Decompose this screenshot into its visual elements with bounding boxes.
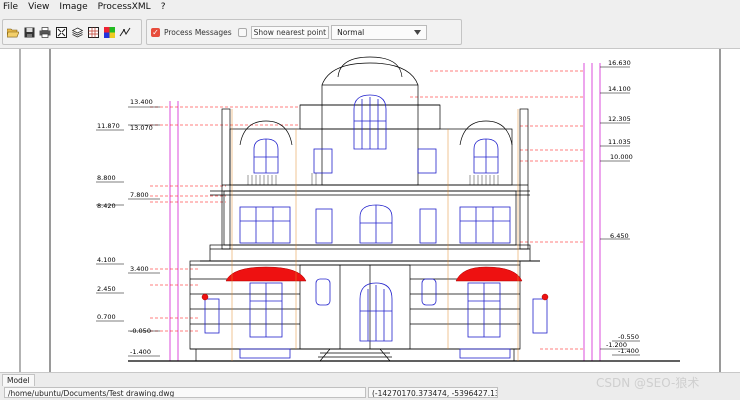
level-label: 3.400	[130, 265, 149, 273]
menu-processxml[interactable]: ProcessXML	[93, 0, 156, 15]
show-nearest-checkbox[interactable]	[237, 27, 247, 37]
watermark: CSDN @SEO-狼术	[596, 376, 700, 390]
level-label: 13.070	[130, 124, 153, 132]
level-label: -1.400	[130, 348, 151, 356]
level-label: 2.450	[97, 285, 116, 293]
menu-bar: File View Image ProcessXML ?	[0, 0, 740, 15]
file-path-field: /home/ubuntu/Documents/Test drawing.dwg	[4, 387, 366, 398]
menu-image[interactable]: Image	[54, 0, 92, 15]
level-label: -0.050	[130, 327, 151, 335]
level-label: -1.400	[618, 347, 639, 355]
print-icon[interactable]	[39, 26, 51, 38]
chevron-down-icon	[414, 28, 422, 37]
level-label: 13.400	[130, 98, 153, 106]
menu-help[interactable]: ?	[156, 0, 171, 15]
save-icon[interactable]	[23, 26, 35, 38]
level-label: 8.800	[97, 174, 116, 182]
level-label: 16.630	[608, 59, 631, 67]
file-toolbar	[2, 19, 142, 45]
elevation-drawing: 13.400 13.070 11.870 8.800 7.800 8.420 4…	[19, 49, 721, 372]
process-messages-checkbox[interactable]: ✓	[151, 27, 160, 37]
level-label: 10.000	[610, 153, 633, 161]
color-icon[interactable]	[103, 26, 115, 38]
render-mode-select[interactable]: Normal	[331, 24, 428, 40]
render-mode-value: Normal	[337, 27, 365, 37]
options-toolbar: ✓ Process Messages Show nearest point No…	[146, 19, 462, 45]
menu-file[interactable]: File	[0, 0, 23, 15]
level-label: 0.700	[97, 313, 116, 321]
level-label: -0.550	[618, 333, 639, 341]
show-nearest-label: Show nearest point	[250, 25, 330, 39]
level-label: 8.420	[97, 202, 116, 210]
level-label: 14.100	[608, 85, 631, 93]
level-label: 11.035	[608, 138, 631, 146]
drawing-canvas[interactable]: 13.400 13.070 11.870 8.800 7.800 8.420 4…	[0, 49, 740, 372]
toolbar-area: ✓ Process Messages Show nearest point No…	[0, 15, 740, 49]
level-label: 7.800	[130, 191, 149, 199]
snap-icon[interactable]	[119, 26, 131, 38]
level-label: 4.100	[97, 256, 116, 264]
grid-icon[interactable]	[87, 26, 99, 38]
menu-view[interactable]: View	[23, 0, 54, 15]
level-label: 6.450	[610, 232, 629, 240]
process-messages-label: Process Messages	[164, 27, 232, 37]
level-label: 11.870	[97, 122, 120, 130]
zoom-fit-icon[interactable]	[55, 26, 67, 38]
layers-icon[interactable]	[71, 26, 83, 38]
open-folder-icon[interactable]	[7, 26, 19, 38]
level-label: 12.305	[608, 115, 631, 123]
coordinates-field: (-14270170.373474, -5396427.13116	[368, 387, 498, 398]
